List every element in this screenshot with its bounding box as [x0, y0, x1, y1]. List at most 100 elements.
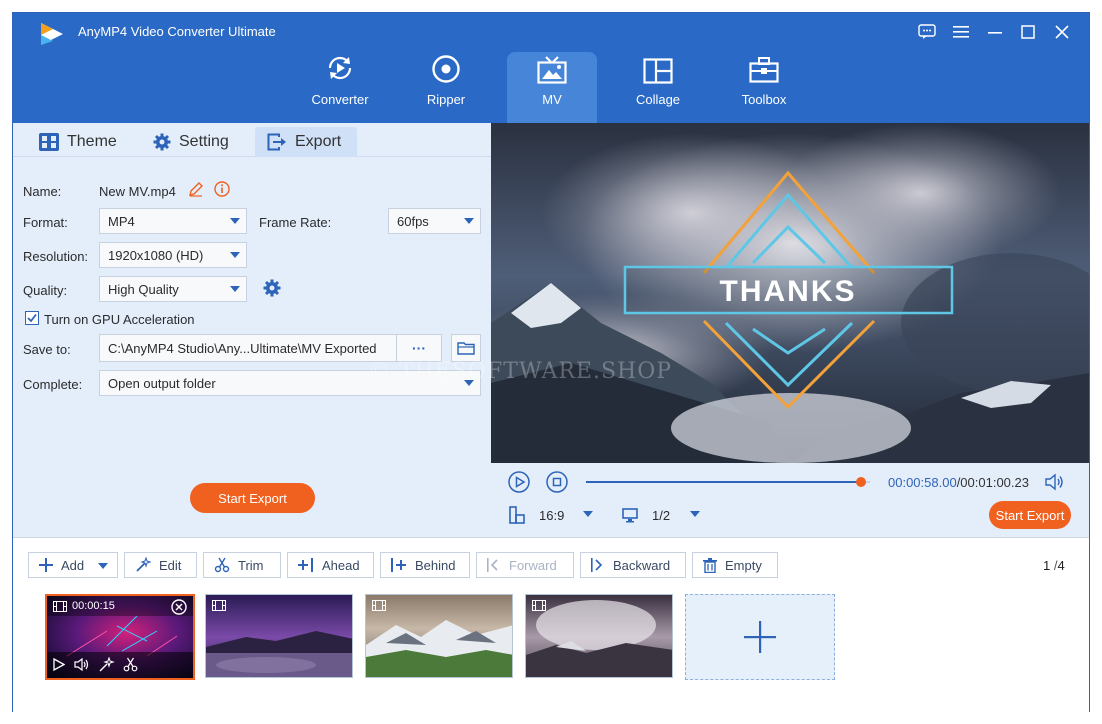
clip-edit-icon[interactable] — [99, 657, 115, 672]
collage-icon — [613, 52, 703, 86]
edit-label: Edit — [159, 557, 182, 573]
menu-icon[interactable] — [949, 21, 973, 43]
forward-label: Forward — [509, 557, 557, 573]
clip-thumbnail[interactable] — [365, 594, 513, 678]
tab-theme[interactable]: Theme — [39, 127, 139, 157]
tab-export[interactable]: Export — [255, 127, 357, 157]
browse-button[interactable]: ··· — [396, 334, 441, 362]
chevron-down-icon — [464, 218, 474, 224]
screen-dropdown-chevron-down-icon[interactable] — [690, 511, 700, 517]
clip-thumbnail[interactable] — [525, 594, 673, 678]
nav-label: Converter — [311, 92, 369, 107]
nav-toolbox[interactable]: Toolbox — [719, 52, 809, 123]
tab-label: Theme — [67, 133, 117, 150]
nav-mv[interactable]: MV — [507, 52, 597, 123]
resolution-value: 1920x1080 (HD) — [108, 247, 204, 263]
name-label: Name: — [23, 184, 62, 199]
progress-track[interactable] — [586, 477, 870, 487]
volume-icon[interactable] — [1044, 473, 1064, 491]
plus-icon — [39, 558, 53, 572]
ahead-button[interactable]: Ahead — [287, 552, 374, 578]
backward-icon — [591, 558, 605, 572]
clip-duration: 00:00:15 — [72, 600, 115, 612]
chevron-down-icon — [98, 563, 108, 569]
feedback-icon[interactable] — [915, 21, 939, 43]
edit-button[interactable]: Edit — [124, 552, 197, 578]
trash-icon — [703, 557, 717, 573]
chevron-down-icon — [230, 286, 240, 292]
film-icon — [372, 600, 386, 611]
resolution-select[interactable]: 1920x1080 (HD) — [99, 242, 247, 268]
tab-bar: Theme Setting Export — [13, 123, 491, 157]
add-clip-placeholder[interactable] — [685, 594, 835, 680]
aspect-dropdown-chevron-down-icon[interactable] — [583, 511, 593, 517]
app-title: AnyMP4 Video Converter Ultimate — [78, 24, 276, 39]
backward-button[interactable]: Backward — [580, 552, 686, 578]
preview-overlay-text: THANKS — [720, 275, 857, 308]
progress-fill — [586, 481, 862, 483]
clip-image — [526, 595, 672, 677]
clip-trim-icon[interactable] — [123, 657, 138, 672]
film-icon — [53, 601, 67, 612]
empty-label: Empty — [725, 557, 762, 573]
quality-select[interactable]: High Quality — [99, 276, 247, 302]
quality-label: Quality: — [23, 283, 68, 298]
format-value: MP4 — [108, 213, 135, 229]
gpu-checkbox[interactable] — [25, 311, 39, 325]
nav-label: Toolbox — [741, 92, 787, 107]
clip-thumbnail[interactable]: 00:00:15 — [45, 594, 195, 680]
nav-label: Ripper — [426, 92, 466, 107]
screen-icon[interactable] — [622, 507, 638, 523]
backward-label: Backward — [613, 557, 671, 573]
nav-ripper[interactable]: Ripper — [401, 52, 491, 123]
format-label: Format: — [23, 215, 68, 230]
trim-button[interactable]: Trim — [203, 552, 281, 578]
play-icon[interactable] — [508, 471, 530, 493]
remove-clip-close-icon[interactable] — [171, 599, 187, 615]
magic-wand-icon — [135, 557, 151, 573]
start-export-button[interactable]: Start Export — [190, 483, 315, 513]
edit-name-icon[interactable] — [188, 181, 204, 197]
progress-handle[interactable] — [856, 477, 867, 487]
save-to-path-field[interactable]: C:\AnyMP4 Studio\Any...Ultimate\MV Expor… — [99, 334, 442, 362]
add-button[interactable]: Add — [28, 552, 118, 578]
stop-icon[interactable] — [546, 471, 568, 493]
time-total: /00:01:00.23 — [956, 475, 1029, 490]
frame-rate-select[interactable]: 60fps — [388, 208, 481, 234]
trim-label: Trim — [238, 557, 264, 573]
page-current: 1 — [1043, 558, 1051, 573]
watermark-text: © THESOFTWARE.SHOP — [368, 359, 673, 384]
frame-rate-value: 60fps — [397, 213, 429, 229]
forward-button[interactable]: Forward — [476, 552, 574, 578]
clip-image — [206, 595, 352, 677]
quality-settings-gear-icon[interactable] — [263, 279, 281, 297]
nav-collage[interactable]: Collage — [613, 52, 703, 123]
open-folder-button[interactable] — [451, 334, 481, 362]
clip-volume-icon[interactable] — [74, 658, 90, 671]
quality-value: High Quality — [108, 281, 179, 297]
tab-setting[interactable]: Setting — [153, 127, 253, 157]
maximize-icon[interactable] — [1016, 21, 1040, 43]
close-icon[interactable] — [1050, 21, 1074, 43]
empty-button[interactable]: Empty — [692, 552, 778, 578]
converter-icon — [295, 52, 385, 86]
main-nav: Converter Ripper MV Collage Toolbox — [13, 49, 1089, 123]
format-select[interactable]: MP4 — [99, 208, 247, 234]
tab-label: Export — [295, 133, 342, 150]
clip-play-icon[interactable] — [53, 658, 65, 671]
clip-image — [366, 595, 512, 677]
save-to-value: C:\AnyMP4 Studio\Any...Ultimate\MV Expor… — [108, 340, 377, 356]
minimize-icon[interactable] — [983, 21, 1007, 43]
start-export-button-preview[interactable]: Start Export — [989, 501, 1071, 529]
page-indicator: 1 /4 — [1043, 558, 1065, 573]
nav-converter[interactable]: Converter — [295, 52, 385, 123]
ripper-icon — [401, 52, 491, 86]
aspect-ratio-value: 16:9 — [539, 508, 565, 523]
aspect-ratio-icon[interactable] — [509, 506, 525, 524]
gpu-label: Turn on GPU Acceleration — [44, 312, 195, 327]
clip-thumbnail[interactable] — [205, 594, 353, 678]
resolution-label: Resolution: — [23, 249, 89, 264]
nav-label: Collage — [635, 92, 681, 107]
info-icon[interactable] — [214, 181, 230, 197]
behind-button[interactable]: Behind — [380, 552, 470, 578]
